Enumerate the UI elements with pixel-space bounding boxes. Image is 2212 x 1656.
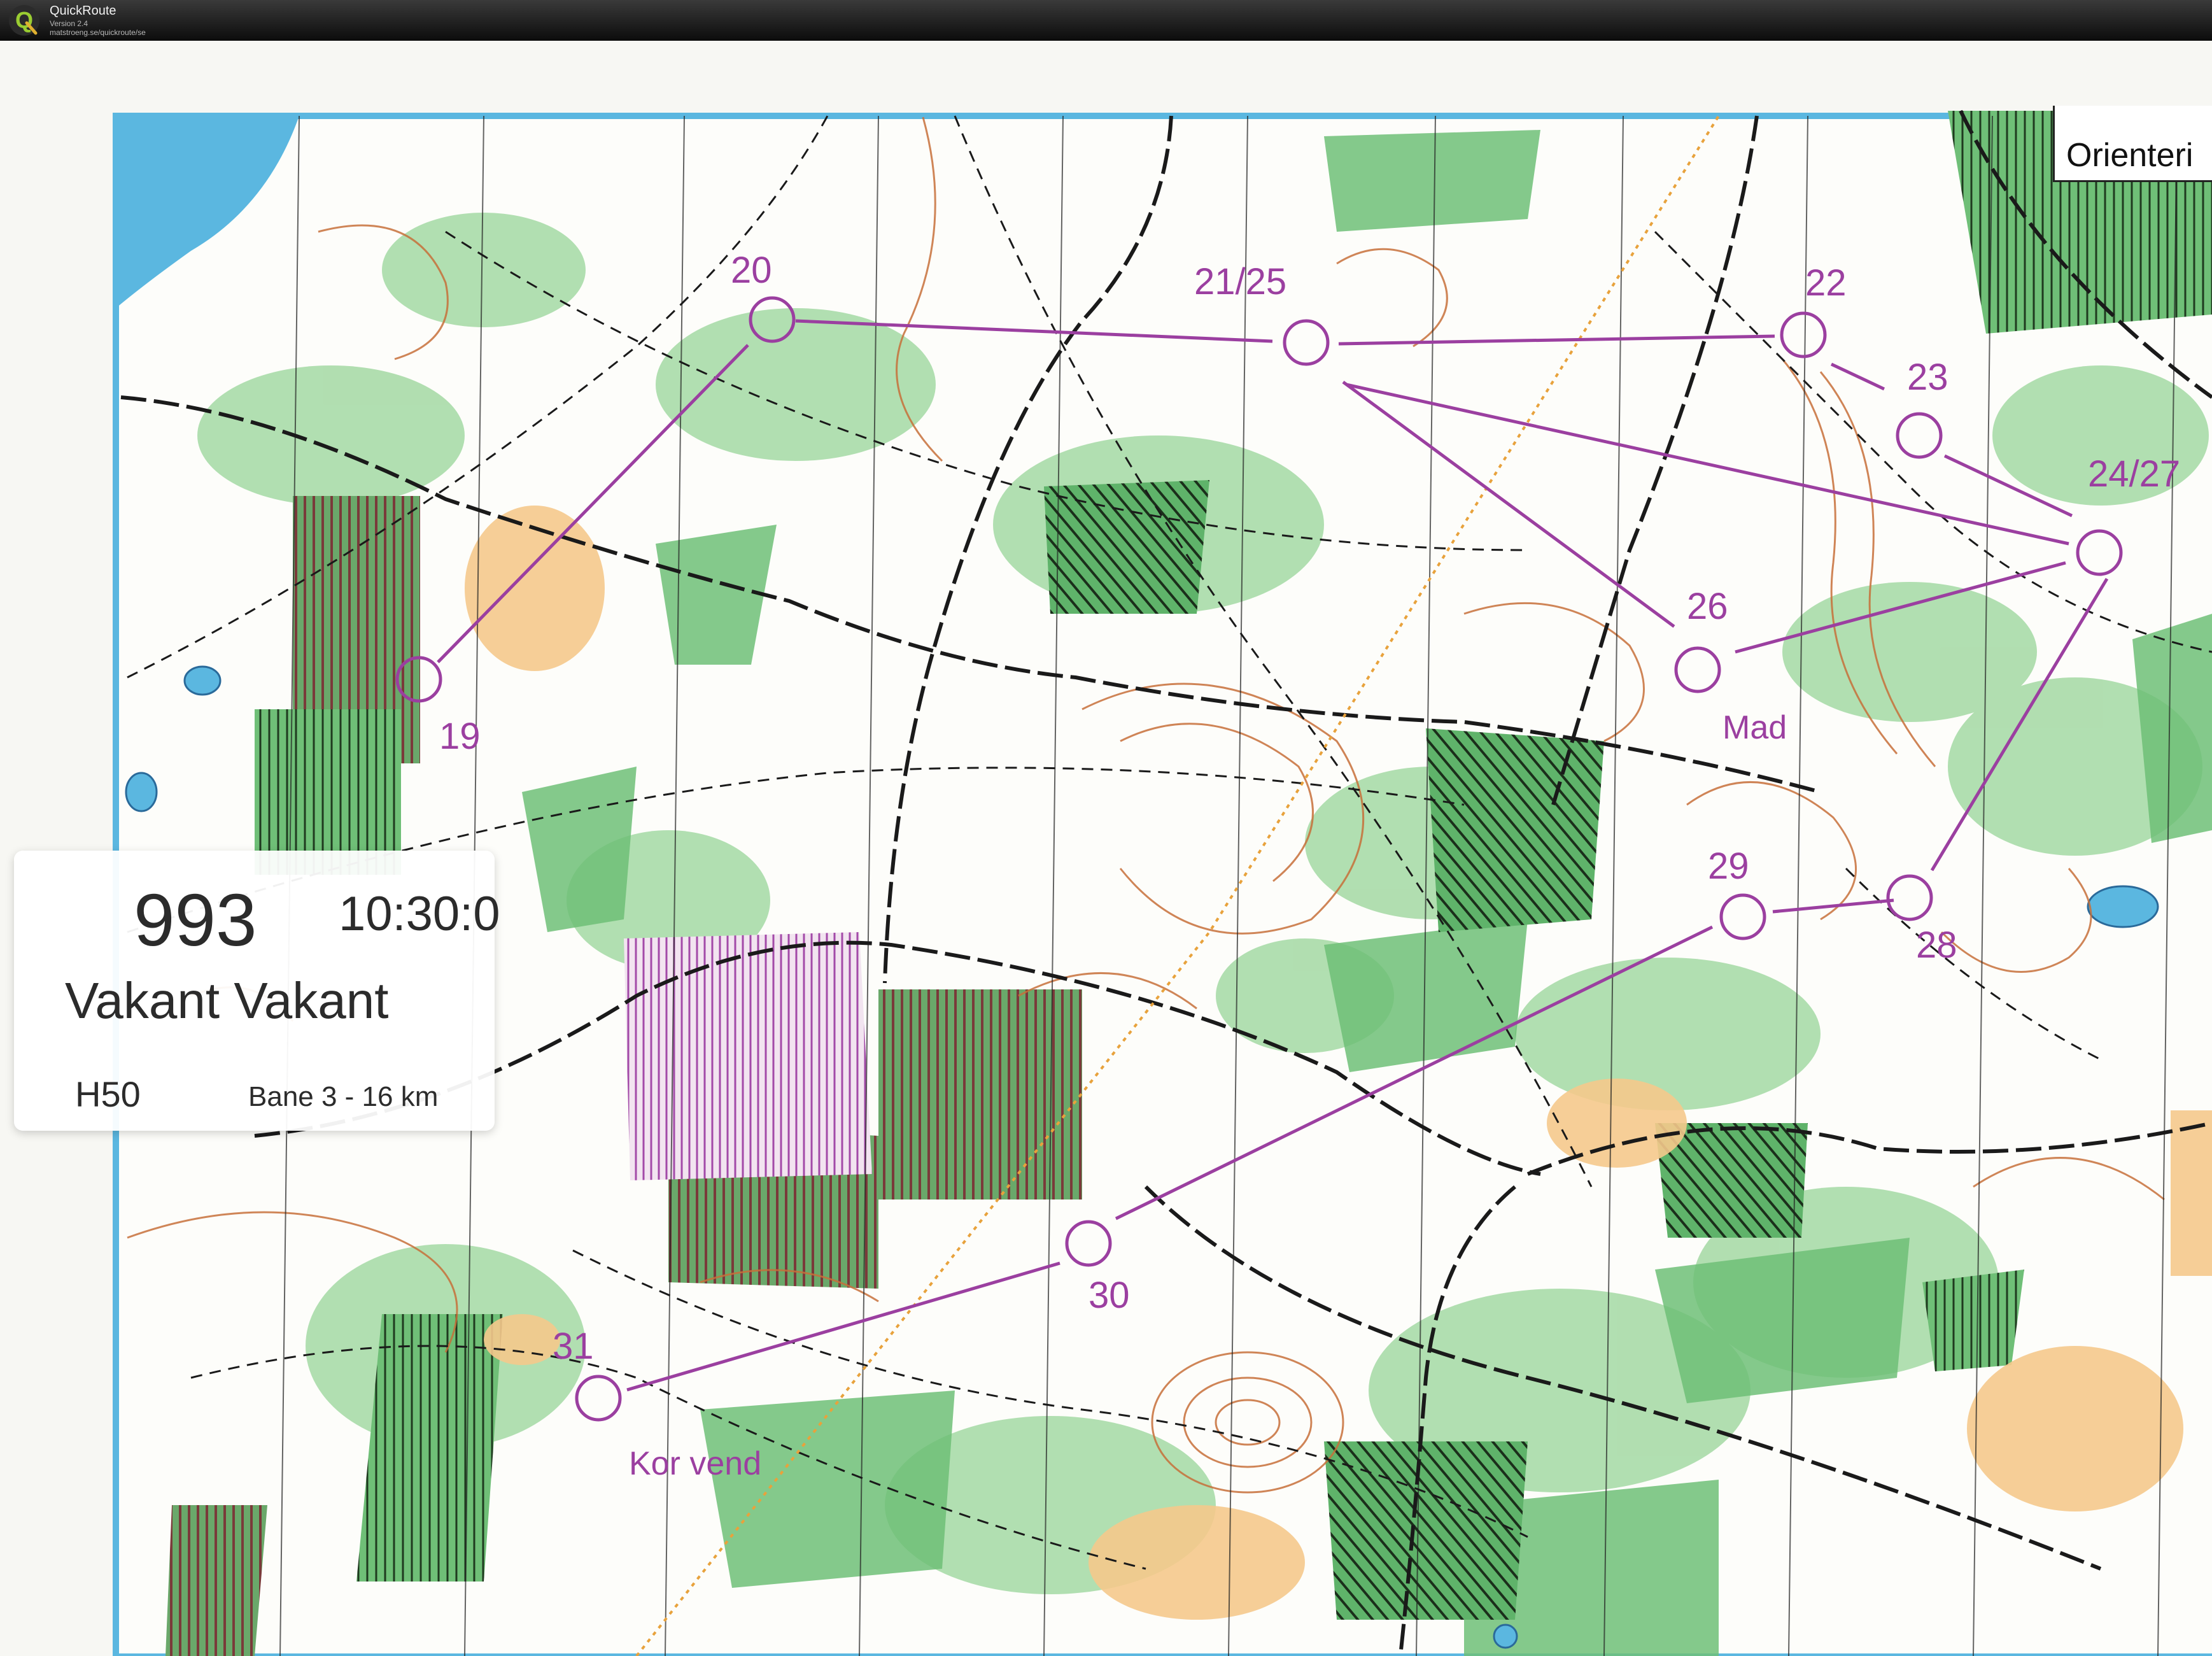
out-of-bounds-area (624, 932, 872, 1180)
control-label-28: 28 (1916, 924, 1957, 966)
quickroute-logo-icon: Q (9, 5, 39, 36)
annotation-mad: Mad (1722, 709, 1787, 746)
bib-number: 993 (134, 879, 257, 961)
control-label-24-27: 24/27 (2088, 453, 2180, 495)
control-label-30: 30 (1088, 1275, 1130, 1316)
runner-name: Vakant Vakant (65, 972, 389, 1029)
runner-class: H50 (75, 1074, 141, 1114)
control-label-29: 29 (1708, 846, 1749, 887)
control-label-31: 31 (553, 1326, 594, 1367)
orienteering-map[interactable]: 19 20 21/25 22 23 24/27 26 28 29 30 31 M… (0, 41, 2212, 1656)
control-label-26: 26 (1687, 586, 1728, 627)
control-label-22: 22 (1805, 262, 1847, 304)
annotation-korvend: Kor vend (629, 1445, 761, 1482)
title-bar: Q QuickRoute Version 2.4 matstroeng.se/q… (0, 0, 2212, 41)
start-time: 10:30:0 (339, 887, 500, 941)
app-url: matstroeng.se/quickroute/se (50, 28, 146, 37)
map-canvas[interactable]: 19 20 21/25 22 23 24/27 26 28 29 30 31 M… (0, 41, 2212, 1656)
control-label-21-25: 21/25 (1194, 261, 1286, 302)
app-title: QuickRoute (50, 4, 116, 18)
runner-info-card: 993 10:30:0 Vakant Vakant H50 Bane 3 - 1… (14, 851, 500, 1131)
control-label-20: 20 (731, 250, 772, 291)
control-label-19: 19 (439, 716, 481, 757)
app-version: Version 2.4 (50, 19, 88, 28)
course-info: Bane 3 - 16 km (248, 1081, 439, 1112)
map-title-corner: Orienteri (2053, 106, 2212, 182)
control-label-23: 23 (1907, 357, 1948, 398)
